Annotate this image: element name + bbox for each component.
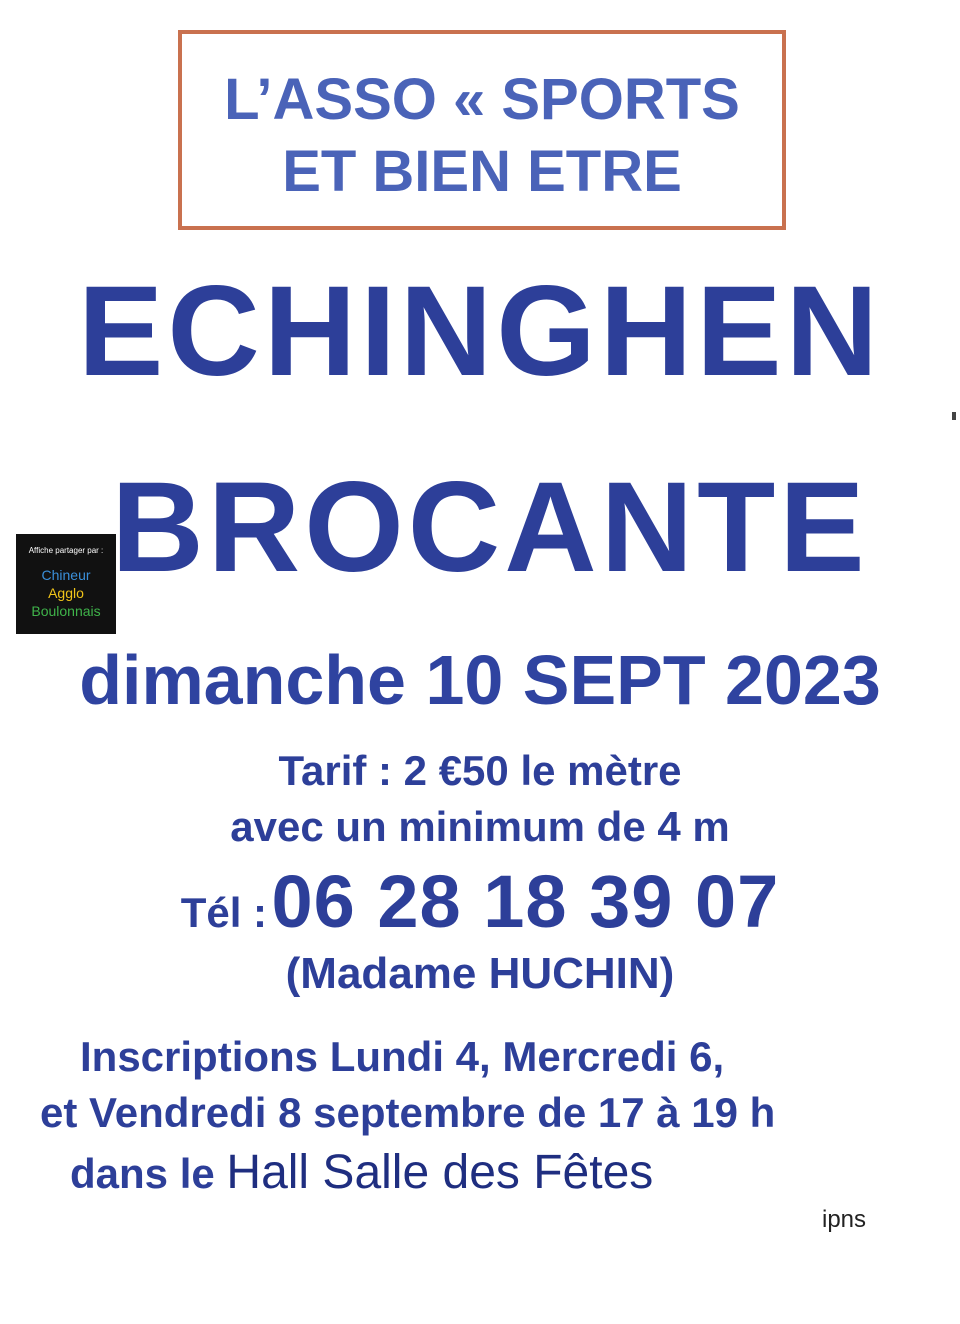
association-name-line-2: ET BIEN ETRE xyxy=(282,139,682,204)
town-name: ECHINGHEN xyxy=(77,260,883,403)
association-name-line-1: L’ASSO « SPORTS xyxy=(224,67,740,132)
share-badge-line-2: Agglo xyxy=(48,585,84,601)
phone-label: Tél : xyxy=(180,889,268,936)
phone-number: 06 28 18 39 07 xyxy=(271,860,780,943)
share-badge: Affiche partager par : Chineur Agglo Bou… xyxy=(16,534,116,634)
share-badge-caption: Affiche partager par : xyxy=(28,546,104,555)
event-name: BROCANTE xyxy=(111,456,869,599)
pricing-line-2: avec un minimum de 4 m xyxy=(230,803,730,850)
registration-location-prefix: dans le xyxy=(70,1150,215,1197)
registration-line-3: dans le Hall Salle des Fêtes xyxy=(70,1148,653,1199)
ipns-mark: ipns xyxy=(822,1206,867,1233)
contact-name: (Madame HUCHIN) xyxy=(285,949,675,998)
edge-mark xyxy=(952,412,956,420)
pricing-line-1: Tarif : 2 €50 le mètre xyxy=(278,747,682,794)
registration-line-1: Inscriptions Lundi 4, Mercredi 6, xyxy=(80,1033,725,1080)
share-badge-line-3: Boulonnais xyxy=(31,603,101,619)
association-title-box: L’ASSO « SPORTS ET BIEN ETRE xyxy=(178,30,786,230)
registration-location: Hall Salle des Fêtes xyxy=(226,1146,654,1199)
share-badge-line-1: Chineur xyxy=(41,567,91,583)
registration-line-2: et Vendredi 8 septembre de 17 à 19 h xyxy=(40,1089,776,1136)
phone-row: Tél : 06 28 18 39 07 xyxy=(0,860,960,944)
event-date: dimanche 10 SEPT 2023 xyxy=(79,641,881,719)
poster: L’ASSO « SPORTS ET BIEN ETRE ECHINGHEN B… xyxy=(0,0,960,1324)
